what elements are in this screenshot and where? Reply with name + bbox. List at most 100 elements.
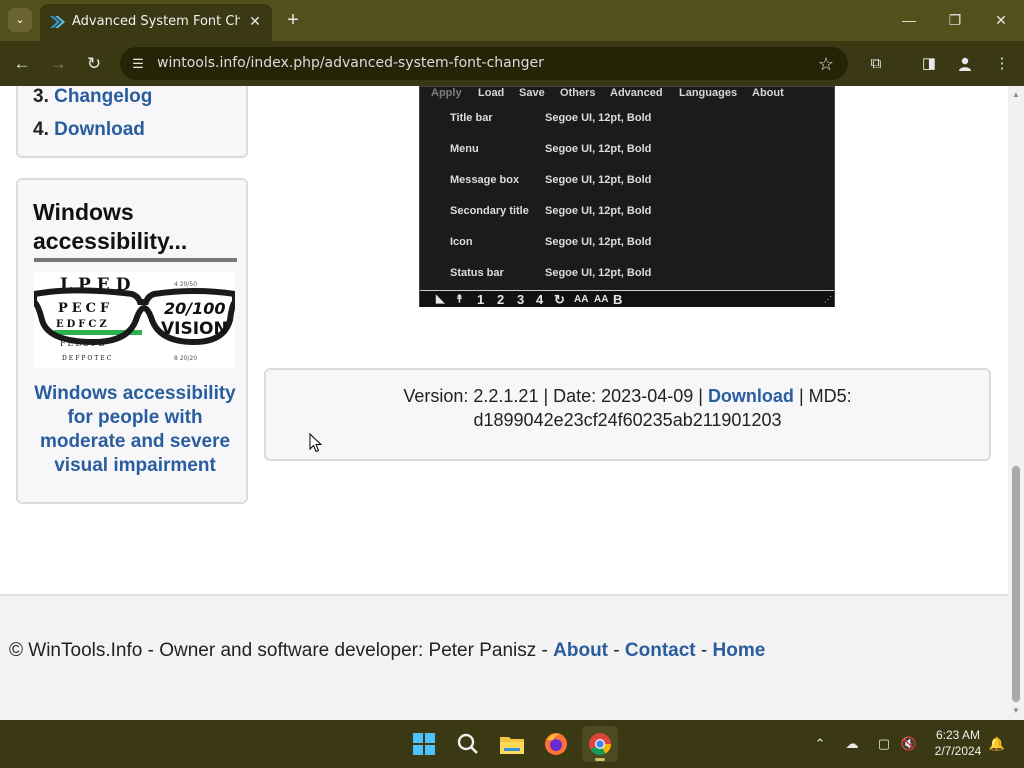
menu-apply: Apply	[431, 87, 462, 99]
font-row-value: Segoe UI, 12pt, Bold	[545, 267, 652, 279]
md5-label: | MD5:	[798, 386, 852, 406]
reload-icon[interactable]: ↻	[80, 50, 108, 78]
onedrive-icon[interactable]: ☁	[842, 734, 862, 754]
close-icon[interactable]: ✕	[246, 12, 264, 30]
accessibility-box: Windows accessibility... LPED PECF EDFCZ…	[16, 178, 248, 504]
browser-toolbar: ← → ↻ ☰ wintools.info/index.php/advanced…	[0, 41, 1024, 86]
svg-text:EDFCZ: EDFCZ	[56, 319, 110, 330]
toc-number: 3.	[33, 86, 49, 107]
version-line: Version: 2.2.1.21 | Date: 2023-04-09 | D…	[266, 386, 989, 407]
menu-languages: Languages	[679, 87, 738, 99]
bold-toggle: B	[613, 292, 623, 307]
divider	[34, 258, 237, 262]
chevron-down-icon[interactable]: ⌄	[8, 8, 32, 32]
scroll-up-icon[interactable]: ▲	[1008, 88, 1024, 102]
font-row-value: Segoe UI, 12pt, Bold	[545, 205, 652, 217]
toc-item: 4. Download	[33, 119, 145, 141]
active-app-indicator	[595, 758, 605, 761]
footer-separator: -	[613, 640, 620, 661]
toc-number: 4.	[33, 119, 49, 140]
display-icon[interactable]: ▢	[874, 734, 894, 754]
clock-time: 6:23 AM	[935, 728, 981, 742]
menu-load: Load	[478, 87, 505, 99]
arrow-left-icon[interactable]: ←	[8, 50, 36, 78]
svg-text:VISION: VISION	[161, 319, 228, 339]
window-close-icon[interactable]: ✕	[978, 0, 1024, 41]
eye-chart-glasses-image[interactable]: LPED PECF EDFCZ FELOPD DEFPOTEC 4 20/50 …	[34, 272, 235, 368]
menu-about: About	[752, 87, 784, 99]
search-icon[interactable]	[450, 726, 486, 762]
clock[interactable]: 6:23 AM 2/7/2024	[920, 727, 996, 759]
scroll-thumb[interactable]	[1012, 466, 1020, 702]
volume-muted-icon[interactable]: 🔇	[899, 734, 919, 754]
browser-tab[interactable]: Advanced System Font Changer ✕	[40, 4, 272, 41]
tune-icon[interactable]: ☰	[128, 54, 148, 74]
font-row-label: Title bar	[450, 112, 493, 124]
changelog-link[interactable]: Changelog	[54, 86, 152, 107]
tab-title: Advanced System Font Changer	[72, 14, 240, 29]
footer-contact-link[interactable]: Contact	[625, 640, 696, 661]
font-row-value: Segoe UI, 12pt, Bold	[545, 236, 652, 248]
menu-others: Others	[560, 87, 596, 99]
accessibility-heading: Windows accessibility...	[33, 199, 188, 254]
preset-1: 1	[477, 292, 485, 307]
kebab-menu-icon[interactable]: ⋮	[988, 50, 1016, 78]
accessibility-article-link[interactable]: Windows accessibility for people with mo…	[30, 382, 240, 478]
font-row-value: Segoe UI, 12pt, Bold	[545, 143, 652, 155]
taskbar: ⌃ ☁ ▢ 🔇 6:23 AM 2/7/2024 🔔	[0, 720, 1024, 768]
app-status-bar: ◣ ⯭ 1 2 3 4 ↻ AA AA B ⋰	[420, 290, 834, 307]
title-bar: ⌄ Advanced System Font Changer ✕ + — ❐ ✕	[0, 0, 1024, 41]
plus-icon[interactable]: +	[282, 9, 304, 31]
puzzle-icon[interactable]: ⧉	[862, 50, 890, 78]
notification-bell-icon[interactable]: 🔔	[987, 734, 1007, 754]
menu-advanced: Advanced	[610, 87, 663, 99]
profile-icon[interactable]	[951, 50, 979, 78]
restore-icon[interactable]: ❐	[932, 0, 978, 41]
footer-about-link[interactable]: About	[553, 640, 608, 661]
triangle-icon: ◣	[436, 293, 445, 305]
font-size-small: AA	[574, 294, 589, 305]
font-row-label: Secondary title	[450, 205, 529, 217]
font-row-label: Menu	[450, 143, 479, 155]
md5-hash: d1899042e23cf24f60235ab211901203	[473, 410, 782, 430]
mouse-cursor-icon	[309, 433, 323, 453]
chevron-up-icon[interactable]: ⌃	[810, 734, 830, 754]
arrow-right-icon[interactable]: →	[44, 50, 72, 78]
preset-4: 4	[536, 292, 544, 307]
double-chevron-up-icon: ⯭	[456, 293, 463, 305]
firefox-icon[interactable]	[538, 726, 574, 762]
svg-text:8 20/20: 8 20/20	[174, 355, 197, 362]
footer-separator: -	[700, 640, 708, 661]
font-size-large: AA	[594, 294, 609, 305]
address-bar[interactable]: ☰ wintools.info/index.php/advanced-syste…	[120, 47, 848, 80]
footer-home-link[interactable]: Home	[713, 640, 766, 661]
favicon-icon	[50, 16, 65, 28]
font-row-value: Segoe UI, 12pt, Bold	[545, 112, 652, 124]
svg-text:DEFPOTEC: DEFPOTEC	[62, 355, 113, 362]
footer: © WinTools.Info - Owner and software dev…	[0, 594, 1008, 720]
svg-text:4 20/50: 4 20/50	[174, 281, 197, 288]
start-icon[interactable]	[406, 726, 442, 762]
toc-box: 3. Changelog 4. Download	[16, 86, 248, 158]
footer-text: © WinTools.Info - Owner and software dev…	[9, 640, 765, 662]
minimize-icon[interactable]: —	[886, 0, 932, 41]
web-page: 3. Changelog 4. Download Windows accessi…	[0, 86, 1008, 720]
scroll-down-icon[interactable]: ▼	[1008, 704, 1024, 718]
download-link[interactable]: Download	[708, 386, 794, 406]
font-row-label: Status bar	[450, 267, 504, 279]
download-link[interactable]: Download	[54, 119, 145, 140]
copyright-text: © WinTools.Info - Owner and software dev…	[9, 640, 548, 661]
side-panel-icon[interactable]: ◨	[915, 50, 943, 78]
page-scrollbar[interactable]: ▲ ▼	[1008, 86, 1024, 720]
clock-date: 2/7/2024	[934, 744, 982, 758]
chrome-icon[interactable]	[582, 726, 618, 762]
file-explorer-icon[interactable]	[494, 726, 530, 762]
star-icon[interactable]: ☆	[814, 52, 838, 76]
toc-item: 3. Changelog	[33, 86, 152, 108]
app-screenshot: Apply Load Save Others Advanced Language…	[419, 86, 835, 307]
resize-grip-icon: ⋰	[824, 295, 832, 304]
font-row-label: Icon	[450, 236, 473, 248]
refresh-icon: ↻	[554, 292, 565, 307]
font-row-label: Message box	[450, 174, 520, 186]
url-text[interactable]: wintools.info/index.php/advanced-system-…	[157, 55, 544, 71]
